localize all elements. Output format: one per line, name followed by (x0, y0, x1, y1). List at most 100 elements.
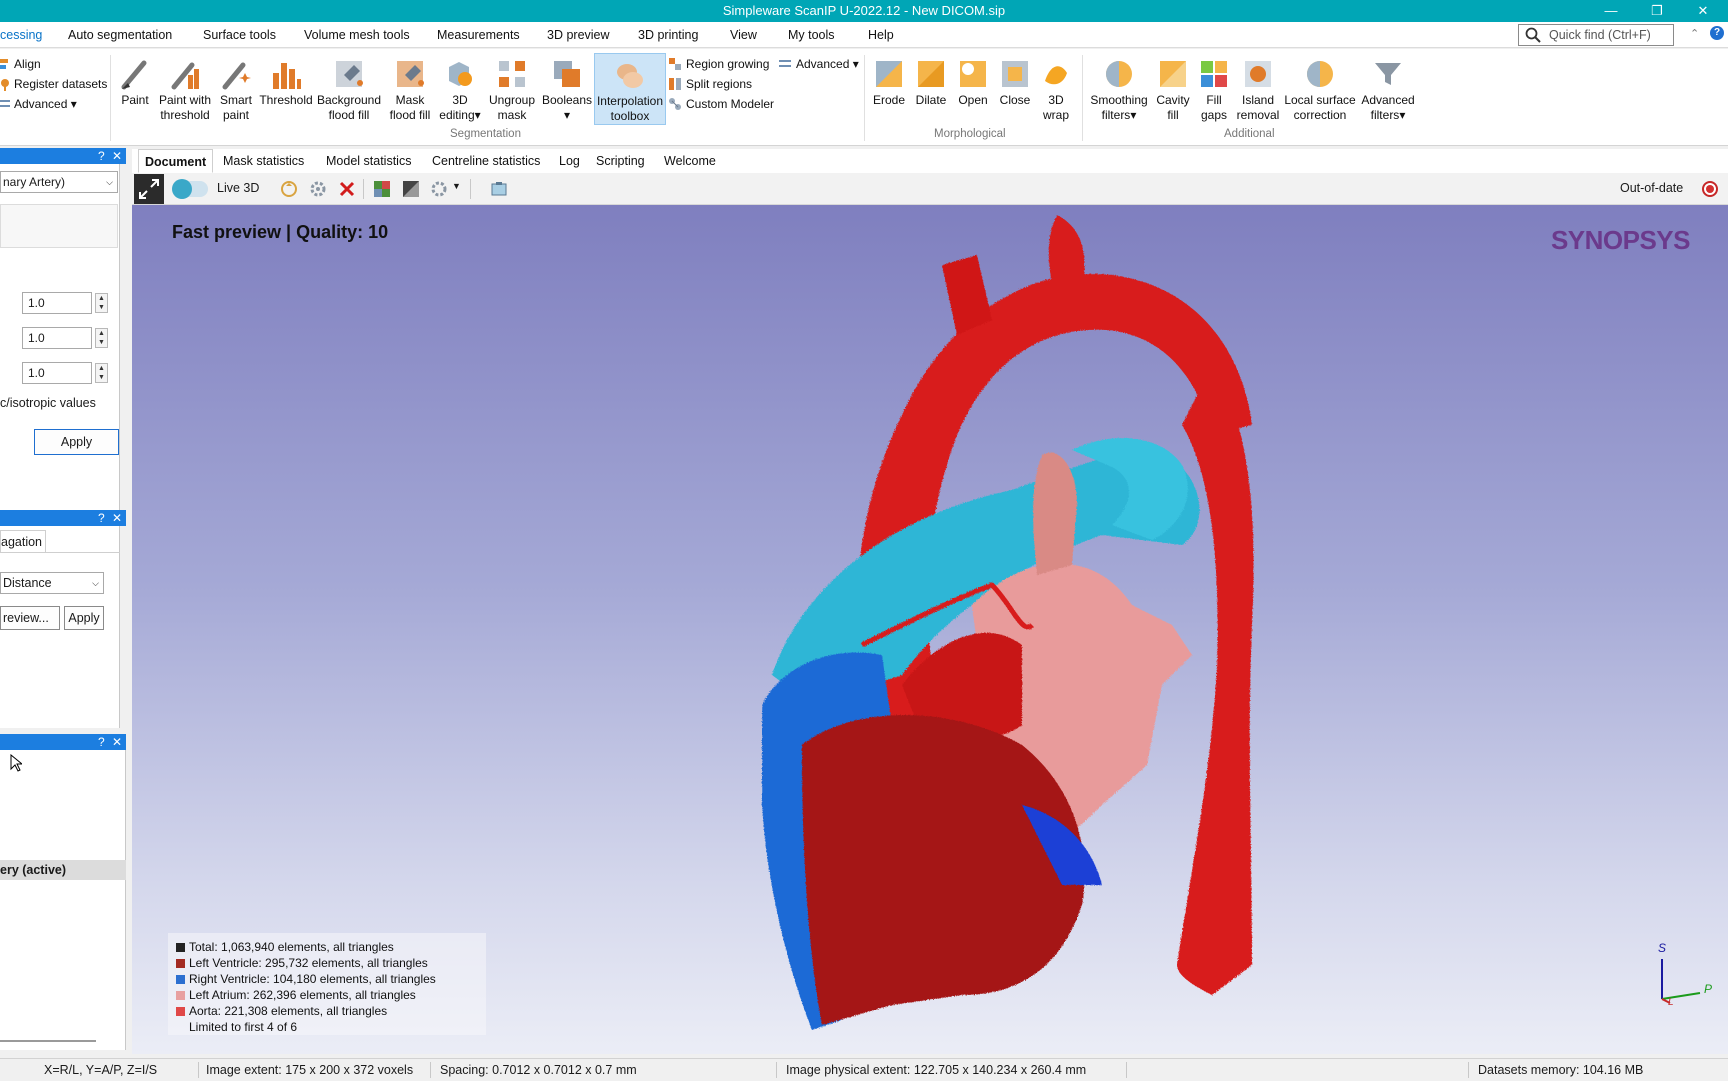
paint-with-threshold-button[interactable]: Paint with threshold (156, 53, 214, 123)
menu-bar: cessing Auto segmentation Surface tools … (0, 22, 1728, 48)
menu-3d-preview[interactable]: 3D preview (547, 22, 610, 48)
island-removal-button[interactable]: Island removal (1234, 53, 1282, 123)
3d-view[interactable]: Fast preview | Quality: 10 SYNOPSYS Tota… (132, 205, 1728, 1054)
help-icon[interactable]: ? (98, 148, 105, 164)
paint-button[interactable]: Paint (114, 53, 156, 108)
minimize-icon[interactable]: — (1588, 0, 1634, 22)
fill-gaps-button[interactable]: Fill gaps (1194, 53, 1234, 123)
threshold-button[interactable]: Threshold (258, 53, 314, 108)
local-surface-correction-button[interactable]: Local surface correction (1282, 53, 1358, 123)
menu-measurements[interactable]: Measurements (437, 22, 520, 48)
mask-dropdown[interactable]: nary Artery) ⌵ (0, 171, 118, 193)
spacing-x-spinner[interactable]: ▲ ▼ (95, 293, 108, 313)
apply-propagation-button[interactable]: Apply (64, 606, 104, 630)
legend-item-right-ventricle: Right Ventricle: 104,180 elements, all t… (176, 971, 486, 987)
refresh-icon[interactable] (280, 180, 298, 198)
spacing-z-spinner[interactable]: ▲ ▼ (95, 363, 108, 383)
menu-image-processing[interactable]: cessing (0, 22, 42, 48)
tab-document[interactable]: Document (138, 149, 214, 173)
tab-model-statistics[interactable]: Model statistics (320, 149, 417, 173)
help-icon[interactable]: ? (98, 510, 105, 526)
open-button[interactable]: Open (952, 53, 994, 108)
island-removal-label-1: Island (1241, 93, 1275, 107)
screenshot-icon[interactable] (490, 180, 508, 198)
ribbon: Align Register datasets Advanced ▾ Paint… (0, 49, 1728, 146)
collapse-ribbon-icon[interactable]: ⌃ (1690, 27, 1699, 40)
delete-icon[interactable] (338, 180, 356, 198)
advanced-segmentation-label: Advanced (796, 57, 850, 71)
mask-flood-fill-button[interactable]: Mask flood fill (384, 53, 436, 123)
toolbar-separator (363, 179, 364, 199)
region-growing-label: Region growing (686, 57, 770, 71)
tab-propagation[interactable]: agation (0, 530, 46, 552)
apply-button[interactable]: Apply (34, 429, 119, 455)
region-growing-button[interactable]: Region growing (668, 55, 769, 73)
menu-help[interactable]: Help (868, 22, 894, 48)
tab-log[interactable]: Log (553, 149, 586, 173)
cavity-fill-button[interactable]: Cavity fill (1152, 53, 1194, 123)
split-regions-button[interactable]: Split regions (668, 75, 752, 93)
spacing-x-field[interactable]: 1.0 (22, 292, 92, 314)
close-icon[interactable]: ✕ (112, 734, 122, 750)
horizontal-scrollbar[interactable] (0, 1040, 96, 1042)
close-morph-icon (1002, 61, 1028, 87)
menu-my-tools[interactable]: My tools (788, 22, 835, 48)
preview-button[interactable]: review... (0, 606, 60, 630)
advanced-filters-button[interactable]: Advanced filters▾ (1358, 53, 1418, 123)
advanced-left-button[interactable]: Advanced ▾ (0, 95, 77, 113)
menu-auto-segmentation[interactable]: Auto segmentation (68, 22, 172, 48)
smoothing-filters-button[interactable]: Smoothing filters▾ (1086, 53, 1152, 123)
booleans-button[interactable]: Booleans ▾ (540, 53, 594, 123)
tab-centreline-statistics[interactable]: Centreline statistics (426, 149, 546, 173)
legend-text: Right Ventricle: 104,180 elements, all t… (189, 972, 436, 986)
help-icon[interactable]: ? (1710, 26, 1724, 40)
active-mask-row[interactable]: ery (active) (0, 860, 126, 880)
erode-button[interactable]: Erode (868, 53, 910, 108)
method-dropdown[interactable]: Distance ⌵ (0, 572, 104, 594)
quick-find-input[interactable]: Quick find (Ctrl+F) (1518, 24, 1674, 46)
tab-welcome[interactable]: Welcome (658, 149, 722, 173)
live-3d-toggle[interactable] (172, 179, 208, 199)
tab-scripting[interactable]: Scripting (590, 149, 651, 173)
color-map-icon[interactable] (373, 180, 391, 198)
help-icon[interactable]: ? (98, 734, 105, 750)
background-flood-fill-label-2: flood fill (328, 108, 370, 122)
datasets-memory-label: Datasets memory: 104.16 MB (1478, 1063, 1644, 1077)
legend-swatch (176, 991, 185, 1000)
out-of-date-indicator[interactable] (1702, 181, 1718, 197)
close-icon[interactable]: ✕ (1680, 0, 1726, 22)
close-icon[interactable]: ✕ (112, 148, 122, 164)
settings-gear-icon[interactable] (309, 180, 327, 198)
dilate-button[interactable]: Dilate (910, 53, 952, 108)
custom-modeler-button[interactable]: Custom Modeler (668, 95, 774, 113)
ungroup-mask-button[interactable]: Ungroup mask (484, 53, 540, 123)
menu-view[interactable]: View (730, 22, 757, 48)
close-icon[interactable]: ✕ (112, 510, 122, 526)
close-button[interactable]: Close (994, 53, 1036, 108)
register-datasets-button[interactable]: Register datasets (0, 75, 107, 93)
menu-surface-tools[interactable]: Surface tools (203, 22, 276, 48)
collapse-view-icon[interactable] (134, 174, 164, 204)
dropdown-arrow-icon: ▾ (474, 108, 481, 122)
heart-model[interactable] (692, 205, 1372, 1054)
background-flood-fill-button[interactable]: Background flood fill (314, 53, 384, 123)
spacing-z-field[interactable]: 1.0 (22, 362, 92, 384)
tab-mask-statistics[interactable]: Mask statistics (217, 149, 310, 173)
advanced-segmentation-button[interactable]: Advanced ▾ (778, 55, 859, 73)
grayscale-icon[interactable] (402, 180, 420, 198)
spacing-y-field[interactable]: 1.0 (22, 327, 92, 349)
interpolation-toolbox-button[interactable]: Interpolation toolbox (594, 53, 666, 125)
align-button[interactable]: Align (0, 55, 41, 73)
menu-volume-mesh-tools[interactable]: Volume mesh tools (304, 22, 410, 48)
restore-icon[interactable]: ❐ (1634, 0, 1680, 22)
smart-paint-button[interactable]: Smart paint (214, 53, 258, 123)
spacing-y-spinner[interactable]: ▲ ▼ (95, 328, 108, 348)
dropdown-arrow-icon[interactable]: ▼ (452, 181, 461, 191)
3d-editing-icon (449, 62, 472, 86)
split-regions-icon (669, 78, 681, 90)
menu-3d-printing[interactable]: 3D printing (638, 22, 698, 48)
3d-wrap-button[interactable]: 3D wrap (1036, 53, 1076, 123)
advanced-icon (0, 100, 10, 107)
3d-editing-button[interactable]: 3D editing▾ (436, 53, 484, 123)
render-settings-icon[interactable] (430, 180, 448, 198)
